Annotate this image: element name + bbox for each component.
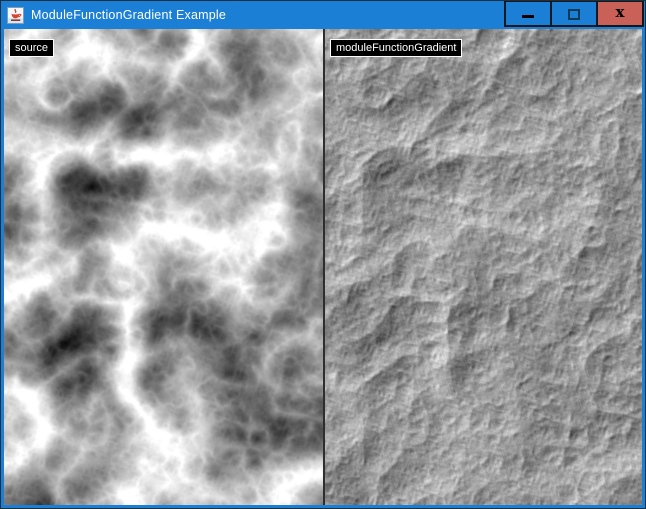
gradient-panel: moduleFunctionGradient [323, 29, 642, 505]
gradient-texture-canvas [325, 29, 642, 505]
source-texture-canvas [4, 29, 323, 505]
minimize-button[interactable] [504, 1, 550, 27]
window-title: ModuleFunctionGradient Example [31, 8, 226, 22]
source-label: source [9, 39, 54, 57]
gradient-label: moduleFunctionGradient [330, 39, 462, 57]
source-panel: source [4, 29, 323, 505]
maximize-button[interactable] [550, 1, 596, 27]
maximize-icon [568, 9, 580, 20]
window: ModuleFunctionGradient Example x source … [0, 0, 646, 509]
java-coffee-cup-icon[interactable] [7, 7, 24, 24]
minimize-icon [522, 15, 534, 18]
close-button[interactable]: x [596, 1, 644, 27]
close-icon: x [616, 5, 625, 20]
image-panels: source moduleFunctionGradient [4, 29, 642, 505]
titlebar[interactable]: ModuleFunctionGradient Example x [1, 1, 645, 29]
titlebar-buttons: x [504, 1, 644, 27]
